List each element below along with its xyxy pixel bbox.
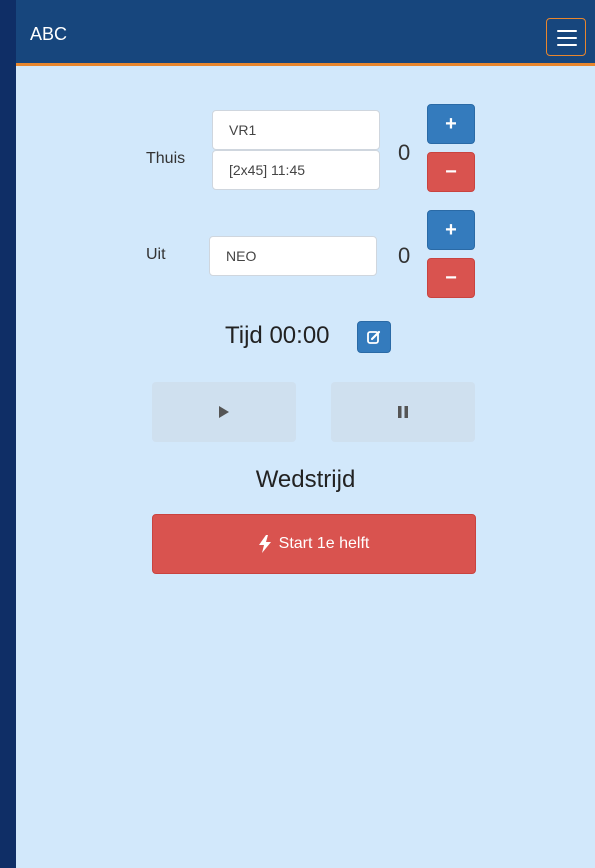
- home-label: Thuis: [146, 150, 186, 167]
- navbar: ABC: [16, 0, 595, 66]
- start-half-button[interactable]: Start 1e helft: [152, 514, 476, 574]
- home-team-input[interactable]: VR1: [212, 110, 380, 150]
- home-minus-button[interactable]: −: [427, 152, 475, 192]
- away-minus-button[interactable]: −: [427, 258, 475, 298]
- away-label: Uit: [146, 246, 166, 263]
- match-info-input[interactable]: [2x45] 11:45: [212, 150, 380, 190]
- home-plus-button[interactable]: +: [427, 104, 475, 144]
- edit-time-button[interactable]: [357, 321, 391, 353]
- start-half-label: Start 1e helft: [278, 535, 370, 552]
- play-icon: [219, 406, 229, 418]
- match-title: Wedstrijd: [255, 466, 356, 493]
- left-edge: [0, 0, 16, 868]
- away-score: 0: [398, 243, 411, 268]
- minus-icon: −: [445, 266, 457, 289]
- timer-display: Tijd 00:00: [225, 322, 330, 349]
- plus-icon: +: [445, 218, 457, 241]
- home-score: 0: [398, 140, 411, 165]
- main-content: Thuis VR1 [2x45] 11:45 0 + − Uit NEO 0 +…: [16, 66, 595, 868]
- bolt-icon: [258, 535, 271, 553]
- away-plus-button[interactable]: +: [427, 210, 475, 250]
- edit-icon: [367, 330, 381, 344]
- minus-icon: −: [445, 160, 457, 183]
- plus-icon: +: [445, 112, 457, 135]
- away-team-input[interactable]: NEO: [209, 236, 377, 276]
- hamburger-icon: [557, 30, 577, 32]
- pause-icon: [398, 406, 408, 418]
- menu-toggle-button[interactable]: [546, 18, 586, 56]
- play-button[interactable]: [152, 382, 296, 442]
- brand-title[interactable]: ABC: [30, 24, 67, 45]
- pause-button[interactable]: [331, 382, 475, 442]
